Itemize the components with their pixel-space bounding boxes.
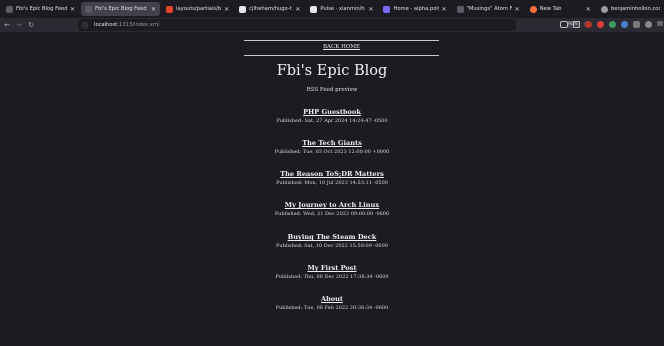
polymus-icon bbox=[383, 5, 391, 13]
tab-title: New Tab bbox=[539, 6, 562, 12]
post-date: Published: Sat, 27 Apr 2024 14:24:47 -05… bbox=[276, 118, 388, 124]
close-icon[interactable]: ✕ bbox=[151, 6, 156, 13]
tab[interactable]: cjlheham/hugo-theme ✕ bbox=[235, 2, 304, 16]
tab-title: Fbi's Epic Blog Feed bbox=[95, 6, 147, 12]
tab[interactable]: layouts/partials/build ✕ bbox=[162, 2, 233, 16]
download-icon[interactable] bbox=[573, 21, 580, 28]
forward-arrow-icon[interactable]: → bbox=[14, 21, 24, 29]
post-title-link[interactable]: Buying The Steam Deck bbox=[0, 233, 664, 241]
back-home-link[interactable]: BACK HOME bbox=[244, 44, 439, 50]
post-title-link[interactable]: My First Post bbox=[0, 264, 664, 272]
tab[interactable]: benjaminhollon.com bbox=[597, 2, 664, 16]
avatar-icon bbox=[600, 5, 608, 13]
firefox-icon bbox=[529, 5, 537, 13]
github-icon bbox=[310, 5, 318, 13]
post-title-link[interactable]: The Tech Giants bbox=[0, 139, 664, 147]
extension-green-icon[interactable] bbox=[609, 21, 616, 28]
post-title-link[interactable]: About bbox=[0, 295, 664, 303]
tab-title: layouts/partials/build bbox=[176, 6, 222, 12]
toolbar-icons bbox=[560, 21, 664, 28]
post-date: Published: Mon, 10 Jul 2023 14:53:11 -05… bbox=[276, 180, 388, 186]
page-title: Fbi's Epic Blog bbox=[276, 63, 388, 79]
ublock-icon[interactable] bbox=[585, 21, 592, 28]
reload-icon[interactable]: ↻ bbox=[26, 21, 36, 29]
post-title-link[interactable]: PHP Guestbook bbox=[0, 108, 664, 116]
post-title-link[interactable]: The Reason ToS;DR Matters bbox=[0, 170, 664, 178]
gitlab-icon bbox=[166, 5, 174, 13]
post-item: PHP Guestbook Published: Sat, 27 Apr 202… bbox=[0, 108, 664, 125]
account-icon[interactable] bbox=[645, 21, 652, 28]
tab-title: Fbi's Epic Blog Feed bbox=[16, 6, 67, 12]
page-icon bbox=[6, 5, 13, 13]
post-date: Published: Thu, 08 Dec 2022 17:38:34 -06… bbox=[275, 274, 389, 280]
close-icon[interactable]: ✕ bbox=[586, 6, 591, 13]
top-divider bbox=[244, 40, 439, 41]
post-date: Published: Sat, 10 Dec 2022 15:59:09 -06… bbox=[276, 243, 388, 249]
post-title-link[interactable]: My Journey to Arch Linux bbox=[0, 201, 664, 209]
url-text[interactable]: localhost:1313/index.xml bbox=[94, 22, 159, 28]
tab[interactable]: "Musings" Atom Feed pre ✕ bbox=[453, 2, 524, 16]
navigation-bar: ← → ↻ ⓘ localhost:1313/index.xml 90% ☆ bbox=[0, 18, 664, 32]
post-item: The Tech Giants Published: Tue, 03 Oct 2… bbox=[0, 139, 664, 156]
close-icon[interactable]: ✕ bbox=[442, 6, 447, 13]
menu-icon[interactable] bbox=[657, 21, 663, 26]
tab[interactable]: Home - alpha.polymus ✕ bbox=[379, 2, 450, 16]
tab-title: Pulse · xianmin/hugo bbox=[320, 6, 365, 12]
github-icon bbox=[239, 5, 247, 13]
post-date: Published: Tue, 03 Oct 2023 12:00:00 +00… bbox=[274, 149, 390, 155]
tab-title: benjaminhollon.com bbox=[610, 6, 660, 12]
tab[interactable]: New Tab ✕ bbox=[526, 2, 595, 16]
tab-title: Home - alpha.polymus bbox=[393, 6, 438, 12]
extension-red-icon[interactable] bbox=[597, 21, 604, 28]
close-icon[interactable]: ✕ bbox=[70, 6, 75, 13]
post-item: About Published: Tue, 08 Feb 2022 20:38:… bbox=[0, 295, 664, 312]
extensions-puzzle-icon[interactable] bbox=[633, 21, 640, 28]
post-item: My Journey to Arch Linux Published: Wed,… bbox=[0, 201, 664, 218]
extension-blue-icon[interactable] bbox=[621, 21, 628, 28]
post-item: The Reason ToS;DR Matters Published: Mon… bbox=[0, 170, 664, 187]
page-icon bbox=[456, 5, 464, 13]
close-icon[interactable]: ✕ bbox=[515, 6, 520, 13]
close-icon[interactable]: ✕ bbox=[368, 6, 373, 13]
back-arrow-icon[interactable]: ← bbox=[2, 21, 12, 29]
tab-active[interactable]: Fbi's Epic Blog Feed ✕ bbox=[81, 2, 161, 16]
bottom-divider bbox=[244, 55, 439, 56]
post-date: Published: Wed, 21 Dec 2022 09:00:00 -06… bbox=[274, 211, 390, 217]
url-bar[interactable]: ⓘ localhost:1313/index.xml 90% ☆ bbox=[78, 19, 589, 31]
tab-title: "Musings" Atom Feed pre bbox=[466, 6, 512, 12]
tab-title: cjlheham/hugo-theme bbox=[249, 6, 292, 12]
page-icon bbox=[85, 5, 93, 13]
close-icon[interactable]: ✕ bbox=[295, 6, 300, 13]
info-icon[interactable]: ⓘ bbox=[82, 21, 88, 30]
tab[interactable]: Pulse · xianmin/hugo ✕ bbox=[306, 2, 377, 16]
tab-strip: Fbi's Epic Blog Feed ✕ Fbi's Epic Blog F… bbox=[0, 0, 664, 18]
page-content: BACK HOME Fbi's Epic Blog RSS Feed previ… bbox=[0, 32, 664, 346]
pocket-icon[interactable] bbox=[560, 21, 568, 28]
post-item: Buying The Steam Deck Published: Sat, 10… bbox=[0, 233, 664, 250]
post-item: My First Post Published: Thu, 08 Dec 202… bbox=[0, 264, 664, 281]
tab[interactable]: Fbi's Epic Blog Feed ✕ bbox=[2, 2, 79, 16]
post-date: Published: Tue, 08 Feb 2022 20:38:34 -06… bbox=[275, 305, 389, 311]
url-host: localhost bbox=[94, 22, 118, 28]
page-subtitle: RSS Feed preview bbox=[306, 87, 358, 93]
url-path: :1313/index.xml bbox=[117, 22, 160, 28]
close-icon[interactable]: ✕ bbox=[224, 6, 229, 13]
